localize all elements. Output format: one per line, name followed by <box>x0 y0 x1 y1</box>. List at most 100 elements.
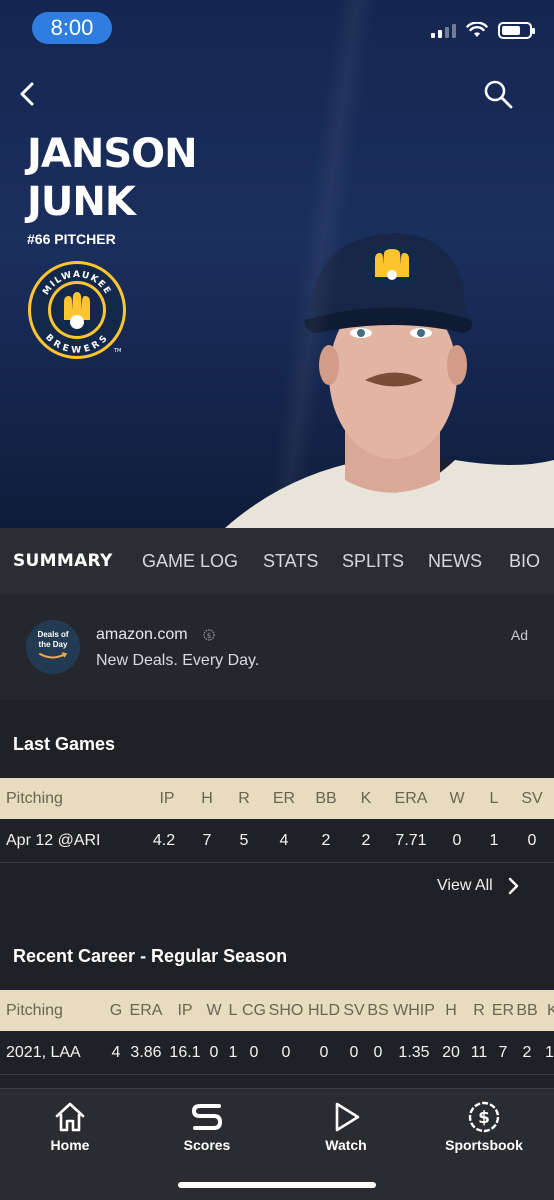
col-header: ER <box>491 1002 515 1019</box>
battery-icon <box>498 21 535 39</box>
tab-news[interactable]: NEWS <box>428 528 482 594</box>
table-cell: 16.1 <box>169 1044 201 1061</box>
play-icon <box>335 1102 360 1132</box>
table-cell: 4 <box>279 832 289 849</box>
col-header: SV <box>343 1002 365 1019</box>
col-header: L <box>489 790 499 807</box>
nav-scores[interactable]: Scores <box>157 1101 257 1153</box>
player-headshot <box>225 233 554 528</box>
player-number-position: #66 PITCHER <box>27 231 116 247</box>
table-cell: 0 <box>281 1044 291 1061</box>
ad-logo-text: Deals of the Day <box>37 630 69 649</box>
view-all-label: View All <box>437 877 493 894</box>
wifi-icon <box>466 22 488 37</box>
table-cell: 1 <box>228 1044 238 1061</box>
tab-splits[interactable]: SPLITS <box>342 528 404 594</box>
table-cell: 0 <box>527 832 537 849</box>
search-button[interactable] <box>482 78 514 110</box>
tab-summary[interactable]: SUMMARY <box>13 528 113 594</box>
career-title: Recent Career - Regular Season <box>13 946 288 966</box>
col-header: CG <box>242 1002 266 1019</box>
nav-scores-label: Scores <box>183 1137 231 1153</box>
table-cell: 2 <box>321 832 331 849</box>
home-icon <box>55 1102 85 1132</box>
sponsored-ad[interactable]: Deals of the Day amazon.com $ New Deals.… <box>0 594 554 700</box>
table-cell: 3.86 <box>130 1044 162 1061</box>
col-header: SHO <box>268 1002 304 1019</box>
tab-game-log[interactable]: GAME LOG <box>142 528 238 594</box>
player-name: JANSON JUNK <box>27 130 287 226</box>
status-time: 8:00 <box>32 12 112 44</box>
dollar-coin-icon: $ <box>468 1101 500 1133</box>
col-header: SV <box>521 790 543 807</box>
nav-home-label: Home <box>50 1137 90 1153</box>
cellular-signal-icon <box>431 22 456 38</box>
status-icons <box>431 20 535 40</box>
chevron-right-icon <box>508 877 518 895</box>
col-header: Pitching <box>6 790 63 807</box>
nav-home[interactable]: Home <box>20 1101 120 1153</box>
table-cell: 0 <box>249 1044 259 1061</box>
scores-icon <box>191 1104 223 1130</box>
svg-text:$: $ <box>478 1108 490 1128</box>
col-header: H <box>445 1002 457 1019</box>
col-header: ERA <box>129 1002 163 1019</box>
table-cell: 7 <box>498 1044 508 1061</box>
ad-label: Ad <box>510 627 528 643</box>
col-header: ER <box>272 790 296 807</box>
table-cell: 2021, LAA <box>6 1044 81 1061</box>
col-header: W <box>206 1002 222 1019</box>
view-all-link[interactable]: View All <box>437 872 519 900</box>
brewers-logo-icon: MILWAUKEE BREWERS TM <box>28 261 126 359</box>
nav-sportsbook[interactable]: $ Sportsbook <box>434 1101 534 1153</box>
player-last-name: JUNK <box>27 179 136 225</box>
svg-text:$: $ <box>207 632 211 640</box>
col-header: HLD <box>307 1002 341 1019</box>
table-cell: 7 <box>202 832 212 849</box>
table-cell: 10 <box>545 1044 554 1061</box>
col-header: Pitching <box>6 1002 63 1019</box>
table-cell: 2 <box>361 832 371 849</box>
ad-domain: amazon.com <box>96 626 188 643</box>
table-cell: 5 <box>239 832 249 849</box>
player-tabs: SUMMARY GAME LOG STATS SPLITS NEWS BIO <box>0 528 554 594</box>
table-cell: 11 <box>470 1044 488 1061</box>
back-button[interactable] <box>14 78 42 110</box>
table-cell: 20 <box>442 1044 460 1061</box>
col-header: BS <box>367 1002 389 1019</box>
last-games-title: Last Games <box>13 734 116 754</box>
player-first-name: JANSON <box>27 131 198 177</box>
table-cell: 7.71 <box>395 832 427 849</box>
col-header: IP <box>177 1002 193 1019</box>
col-header: R <box>473 1002 485 1019</box>
col-header: BB <box>516 1002 538 1019</box>
col-header: R <box>238 790 250 807</box>
col-header: K <box>360 790 372 807</box>
col-header: K <box>547 1002 554 1019</box>
table-row[interactable]: Apr 12 @ARI 4.2 7 5 4 2 2 7.71 0 1 0 <box>0 819 554 863</box>
ad-logo: Deals of the Day <box>26 620 80 674</box>
col-header: WHIP <box>393 1002 435 1019</box>
table-cell: 4.2 <box>152 832 176 849</box>
col-header: IP <box>159 790 175 807</box>
table-cell: Apr 12 @ARI <box>6 832 101 849</box>
tab-stats[interactable]: STATS <box>263 528 318 594</box>
table-row[interactable]: 2021, LAA 4 3.86 16.1 0 1 0 0 0 0 0 1.35… <box>0 1031 554 1075</box>
last-games-header: Pitching IP H R ER BB K ERA W L SV <box>0 778 554 819</box>
table-cell: 0 <box>452 832 462 849</box>
col-header: G <box>109 1002 123 1019</box>
table-cell: 0 <box>349 1044 359 1061</box>
table-cell: 2 <box>522 1044 532 1061</box>
table-cell: 4 <box>111 1044 121 1061</box>
col-header: BB <box>315 790 337 807</box>
amazon-smile-icon <box>39 652 68 659</box>
ad-tagline: New Deals. Every Day. <box>96 652 260 669</box>
table-cell: 1 <box>489 832 499 849</box>
nav-watch[interactable]: Watch <box>296 1101 396 1153</box>
home-indicator <box>178 1182 376 1188</box>
tab-bio[interactable]: BIO <box>509 528 540 594</box>
career-header: Pitching G ERA IP W L CG SHO HLD SV BS W… <box>0 990 554 1031</box>
table-cell: 0 <box>373 1044 383 1061</box>
table-cell: 1.35 <box>398 1044 430 1061</box>
table-cell: 0 <box>209 1044 219 1061</box>
